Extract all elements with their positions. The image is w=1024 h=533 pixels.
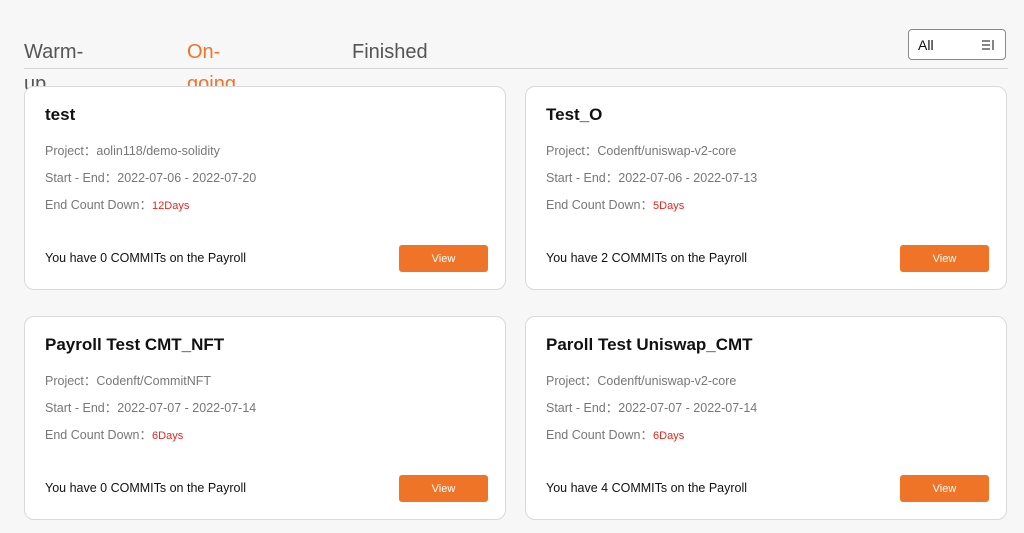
dates-row: Start - End：2022-07-07 - 2022-07-14 bbox=[546, 397, 757, 416]
countdown-label: End Count Down： bbox=[45, 198, 153, 212]
dates-value: 2022-07-07 - 2022-07-14 bbox=[618, 401, 758, 415]
project-label: Project： bbox=[45, 144, 97, 158]
view-button[interactable]: View bbox=[399, 245, 488, 272]
project-value: Codenft/uniswap-v2-core bbox=[597, 144, 737, 158]
tab-finished[interactable]: Finished bbox=[352, 36, 428, 68]
filter-select[interactable]: All bbox=[908, 29, 1006, 60]
countdown-value: 12Days bbox=[152, 200, 190, 212]
dates-label: Start - End： bbox=[546, 171, 619, 185]
card-title: Test_O bbox=[546, 105, 603, 124]
project-row: Project：Codenft/CommitNFT bbox=[45, 370, 211, 389]
project-value: Codenft/uniswap-v2-core bbox=[597, 374, 737, 388]
countdown-row: End Count Down：5Days bbox=[546, 194, 684, 213]
dates-row: Start - End：2022-07-07 - 2022-07-14 bbox=[45, 397, 256, 416]
countdown-label: End Count Down： bbox=[546, 428, 654, 442]
payroll-card: Payroll Test CMT_NFT Project：Codenft/Com… bbox=[24, 316, 506, 520]
filter-value: All bbox=[918, 36, 934, 53]
view-button[interactable]: View bbox=[399, 475, 488, 502]
dates-label: Start - End： bbox=[45, 401, 118, 415]
view-button[interactable]: View bbox=[900, 475, 989, 502]
project-label: Project： bbox=[45, 374, 97, 388]
countdown-value: 6Days bbox=[152, 430, 184, 442]
countdown-value: 6Days bbox=[653, 430, 685, 442]
project-value: Codenft/CommitNFT bbox=[96, 374, 212, 388]
project-label: Project： bbox=[546, 374, 598, 388]
dates-row: Start - End：2022-07-06 - 2022-07-13 bbox=[546, 167, 757, 186]
countdown-label: End Count Down： bbox=[45, 428, 153, 442]
sort-lines-icon bbox=[982, 39, 994, 50]
card-title: Payroll Test CMT_NFT bbox=[45, 335, 225, 354]
commits-text: You have 4 COMMITs on the Payroll bbox=[546, 481, 748, 495]
countdown-label: End Count Down： bbox=[546, 198, 654, 212]
countdown-row: End Count Down：6Days bbox=[546, 424, 684, 443]
project-row: Project：aolin118/demo-solidity bbox=[45, 140, 220, 159]
countdown-row: End Count Down：6Days bbox=[45, 424, 183, 443]
dates-value: 2022-07-06 - 2022-07-13 bbox=[618, 171, 758, 185]
project-row: Project：Codenft/uniswap-v2-core bbox=[546, 140, 736, 159]
countdown-value: 5Days bbox=[653, 200, 685, 212]
dates-label: Start - End： bbox=[546, 401, 619, 415]
commits-text: You have 0 COMMITs on the Payroll bbox=[45, 481, 247, 495]
payroll-card: Paroll Test Uniswap_CMT Project：Codenft/… bbox=[525, 316, 1007, 520]
dates-label: Start - End： bbox=[45, 171, 118, 185]
payroll-card: test Project：aolin118/demo-solidity Star… bbox=[24, 86, 506, 290]
tabs-divider bbox=[24, 68, 1008, 69]
project-value: aolin118/demo-solidity bbox=[96, 144, 220, 158]
payroll-card: Test_O Project：Codenft/uniswap-v2-core S… bbox=[525, 86, 1007, 290]
card-title: Paroll Test Uniswap_CMT bbox=[546, 335, 753, 354]
commits-text: You have 0 COMMITs on the Payroll bbox=[45, 251, 247, 265]
countdown-row: End Count Down：12Days bbox=[45, 194, 189, 213]
dates-row: Start - End：2022-07-06 - 2022-07-20 bbox=[45, 167, 256, 186]
commits-text: You have 2 COMMITs on the Payroll bbox=[546, 251, 748, 265]
project-row: Project：Codenft/uniswap-v2-core bbox=[546, 370, 736, 389]
card-title: test bbox=[45, 105, 76, 124]
dates-value: 2022-07-06 - 2022-07-20 bbox=[117, 171, 257, 185]
view-button[interactable]: View bbox=[900, 245, 989, 272]
dates-value: 2022-07-07 - 2022-07-14 bbox=[117, 401, 257, 415]
project-label: Project： bbox=[546, 144, 598, 158]
